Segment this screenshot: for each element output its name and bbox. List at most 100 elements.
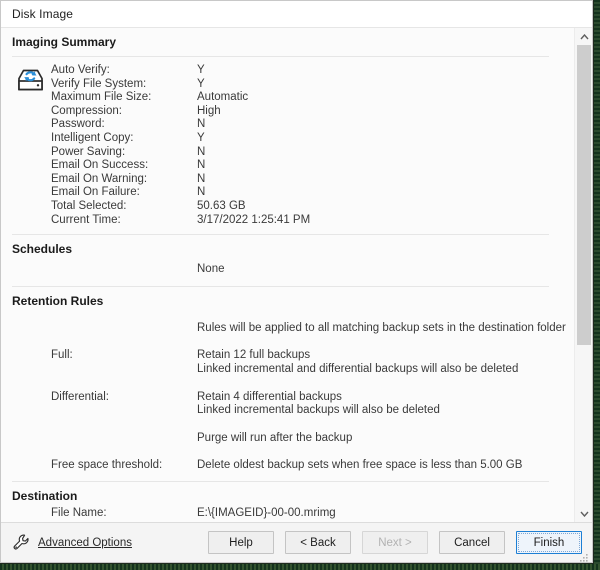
row-value: Automatic (197, 91, 249, 104)
retention-intro-row: x Rules will be applied to all matching … (1, 322, 574, 336)
table-row: Full: Retain 12 full backups (1, 349, 574, 363)
table-row: Email On Failure: N (1, 186, 574, 200)
row-value: N (197, 118, 206, 131)
section-heading-destination: Destination (12, 488, 78, 503)
help-button[interactable]: Help (208, 531, 274, 554)
imaging-summary-rows: Auto Verify: Y Verify File System: Y Max… (1, 64, 574, 227)
cancel-button[interactable]: Cancel (439, 531, 505, 554)
row-label: Verify File System: (51, 77, 147, 90)
retention-rules-block: x Rules will be applied to all matching … (1, 308, 574, 481)
disk-image-icon (15, 65, 46, 95)
row-label: Full: (51, 349, 73, 362)
spacer-heading-imaging (1, 49, 574, 56)
table-row: Current Time: 3/17/2022 1:25:41 PM (1, 214, 574, 228)
row-value: N (197, 159, 206, 172)
row-value: E:\{IMAGEID}-00-00.mrimg (197, 506, 336, 519)
table-row: Compression: High (1, 105, 574, 119)
wizard-button-group: Help < Back Next > Cancel Finish (208, 531, 582, 554)
advanced-options-link[interactable]: Advanced Options (12, 533, 132, 552)
row-value: None (197, 263, 225, 276)
row-value: Retain 4 differential backups (197, 390, 342, 403)
spacer-schedules (1, 235, 574, 242)
row-value: Retain 12 full backups (197, 349, 311, 362)
row-label: Free space threshold: (51, 459, 163, 472)
row-value: 50.63 GB (197, 199, 246, 212)
titlebar: Disk Image (1, 1, 592, 27)
row-label: Current Time: (51, 213, 121, 226)
advanced-options-label[interactable]: Advanced Options (38, 537, 132, 549)
table-row: x Linked incremental and differential ba… (1, 363, 574, 377)
spacer-retention-intro (1, 315, 574, 322)
row-label: Total Selected: (51, 199, 127, 212)
table-row: x Linked incremental backups will also b… (1, 404, 574, 418)
chevron-up-icon[interactable] (575, 28, 592, 45)
row-value: Y (197, 77, 205, 90)
spacer-before-purge (1, 418, 574, 432)
row-value: N (197, 172, 206, 185)
table-row: Email On Warning: N (1, 173, 574, 187)
purge-text: Purge will run after the backup (197, 431, 353, 444)
disk-image-wizard-window: Disk Image Imaging Summary Auto Verify: … (0, 0, 593, 563)
row-value: Y (197, 64, 205, 76)
footer-bar: Advanced Options Help < Back Next > Canc… (1, 522, 592, 562)
table-row: None (1, 263, 574, 277)
section-heading-imaging-summary: Imaging Summary (12, 35, 117, 49)
summary-scroll-pane: Imaging Summary Auto Verify: Y Verify Fi… (1, 27, 592, 522)
table-row: Differential: Retain 4 differential back… (1, 391, 574, 405)
table-row: Intelligent Copy: Y (1, 132, 574, 146)
table-row: Maximum File Size: Automatic (1, 91, 574, 105)
table-row: File Name: E:\{IMAGEID}-00-00.mrimg (1, 507, 574, 521)
row-label: Differential: (51, 390, 109, 403)
row-value: Y (197, 131, 205, 144)
table-row: Auto Verify: Y (1, 64, 574, 78)
spacer-destination (1, 482, 574, 489)
row-label: File Name: (51, 506, 107, 519)
table-row: Power Saving: N (1, 146, 574, 160)
row-label: Email On Success: (51, 159, 149, 172)
row-label: Power Saving: (51, 145, 126, 158)
section-heading-retention-rules: Retention Rules (12, 293, 104, 308)
retention-intro-text: Rules will be applied to all matching ba… (197, 321, 566, 334)
row-value: N (197, 145, 206, 158)
purge-row: x Purge will run after the backup (1, 432, 574, 446)
spacer-before-differential (1, 377, 574, 391)
row-label: Email On Warning: (51, 172, 148, 185)
spacer-before-free-space (1, 445, 574, 459)
spacer-top (1, 28, 574, 35)
desktop-edge-right (594, 0, 600, 570)
spacer-retention (1, 287, 574, 294)
table-row: Total Selected: 50.63 GB (1, 200, 574, 214)
row-value: N (197, 186, 206, 199)
row-value: High (197, 104, 221, 117)
row-label: Compression: (51, 104, 122, 117)
window-title: Disk Image (12, 7, 74, 21)
resize-grip-icon[interactable] (579, 550, 589, 562)
row-value: Linked incremental backups will also be … (197, 404, 440, 417)
row-label: Intelligent Copy: (51, 131, 134, 144)
next-button: Next > (362, 531, 428, 554)
row-label: Password: (51, 118, 105, 131)
row-label: Email On Failure: (51, 186, 140, 199)
table-row: Password: N (1, 118, 574, 132)
back-button[interactable]: < Back (285, 531, 351, 554)
row-value: 3/17/2022 1:25:41 PM (197, 213, 311, 226)
imaging-summary-block: Auto Verify: Y Verify File System: Y Max… (1, 57, 574, 234)
wrench-icon (12, 533, 31, 552)
chevron-down-icon[interactable] (575, 505, 592, 522)
spacer-before-full (1, 335, 574, 349)
section-heading-schedules: Schedules (12, 242, 73, 257)
vertical-scrollbar[interactable] (574, 28, 592, 522)
row-label: Maximum File Size: (51, 91, 152, 104)
row-label: Auto Verify: (51, 64, 110, 76)
schedules-block: None (1, 256, 574, 286)
row-value: Delete oldest backup sets when free spac… (197, 459, 523, 472)
table-row: Verify File System: Y (1, 78, 574, 92)
desktop-edge-bottom (0, 564, 600, 570)
finish-button[interactable]: Finish (516, 531, 582, 554)
summary-content: Imaging Summary Auto Verify: Y Verify Fi… (1, 28, 574, 522)
scrollbar-thumb[interactable] (577, 45, 591, 345)
table-row: Email On Success: N (1, 159, 574, 173)
table-row: Free space threshold: Delete oldest back… (1, 459, 574, 473)
row-value: Linked incremental and differential back… (197, 362, 519, 375)
destination-block: File Name: E:\{IMAGEID}-00-00.mrimg (1, 503, 574, 522)
